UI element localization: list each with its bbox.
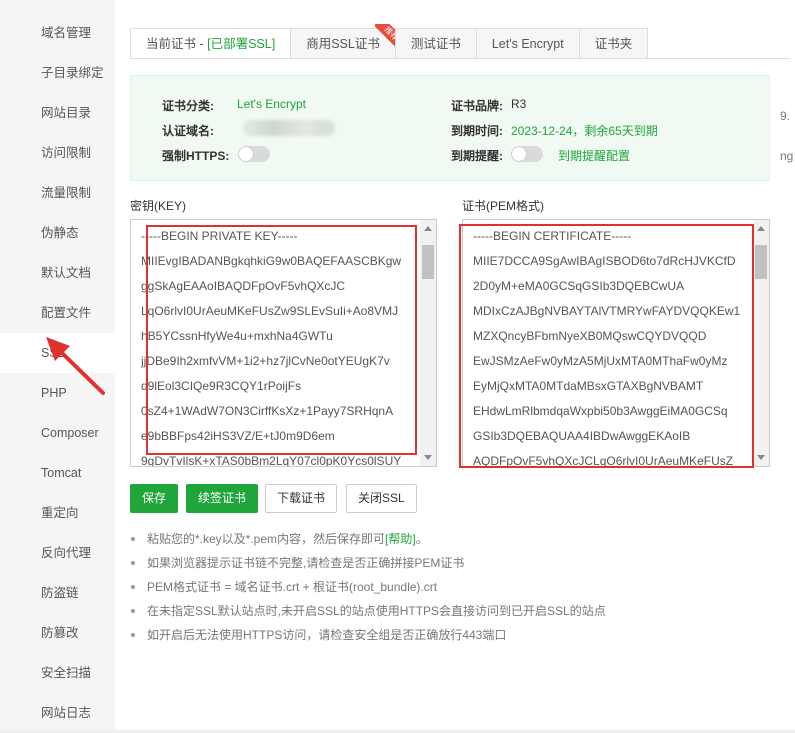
scroll-thumb[interactable] bbox=[755, 245, 767, 279]
background-edge-text: ng bbox=[780, 146, 795, 166]
tip-item: 如果浏览器提示证书链不完整,请检查是否正确拼接PEM证书 bbox=[130, 554, 770, 578]
force-https-label: 强制HTTPS: bbox=[162, 149, 230, 163]
pem-line: 0sZ4+1WAdW7ON3CirffKsXz+1Payy7SRHqnA bbox=[141, 404, 394, 418]
pem-line: 9gDvTvIlsK+xTAS0bBm2LqY07cl0pK0Ycs0lSUY bbox=[141, 454, 402, 467]
certificate-pem-scrollbar[interactable] bbox=[753, 220, 769, 466]
tab-lets-encrypt[interactable]: Let's Encrypt bbox=[475, 28, 579, 59]
cert-info-box: 证书分类: Let's Encrypt 证书品牌: R3 认证域名: 到期时间:… bbox=[130, 75, 770, 181]
ssl-deployed-status: [已部署SSL] bbox=[207, 37, 276, 51]
tab-lets-encrypt-label: Let's Encrypt bbox=[491, 37, 564, 51]
cert-domain-label: 认证域名: bbox=[162, 124, 214, 138]
sidebar-item[interactable]: 域名管理 bbox=[0, 13, 115, 53]
pem-line: MZXQncyBFbmNyeXB0MQswCQYDVQQD bbox=[473, 329, 707, 343]
pem-line: EyMjQxMTA0MTdaMBsxGTAXBgNVBAMT bbox=[473, 379, 704, 393]
tab-test-cert[interactable]: 测试证书 bbox=[394, 28, 476, 59]
background-edge-text: 9. bbox=[780, 106, 795, 126]
close-ssl-button[interactable]: 关闭SSL bbox=[346, 484, 417, 513]
scroll-down-arrow-icon[interactable] bbox=[757, 455, 765, 460]
sidebar-item[interactable]: Tomcat bbox=[0, 453, 115, 493]
cert-panel-title: 证书(PEM格式) bbox=[462, 199, 544, 213]
sidebar-item[interactable]: 配置文件 bbox=[0, 293, 115, 333]
tab-current-cert[interactable]: 当前证书 - [已部署SSL] bbox=[130, 28, 291, 59]
cert-expire-label: 到期时间: bbox=[451, 124, 503, 138]
sidebar-item[interactable]: 伪静态 bbox=[0, 213, 115, 253]
sidebar-item[interactable]: 防篡改 bbox=[0, 613, 115, 653]
pem-line: -----BEGIN PRIVATE KEY----- bbox=[141, 229, 298, 243]
scroll-thumb[interactable] bbox=[422, 245, 434, 279]
tip-text-suffix: 。 bbox=[415, 532, 428, 546]
certificate-pem-textarea[interactable]: -----BEGIN CERTIFICATE----- MIIE7DCCA9SgA… bbox=[462, 219, 770, 467]
tab-test-cert-label: 测试证书 bbox=[410, 37, 461, 51]
sidebar-item[interactable]: 网站目录 bbox=[0, 93, 115, 133]
download-cert-button[interactable]: 下载证书 bbox=[265, 484, 338, 513]
tab-current-cert-label: 当前证书 - bbox=[146, 37, 208, 51]
sidebar-item[interactable]: 默认文档 bbox=[0, 253, 115, 293]
tip-text: 粘贴您的*.key以及*.pem内容，然后保存即可 bbox=[147, 532, 386, 546]
cert-brand-label: 证书品牌: bbox=[451, 99, 503, 113]
pem-line: MIIE7DCCA9SgAwIBAgISBOD6to7dRcHJVKCfD bbox=[473, 254, 736, 268]
sidebar-item[interactable]: 流量限制 bbox=[0, 173, 115, 213]
cert-brand-value: R3 bbox=[511, 97, 527, 111]
sidebar-item[interactable]: PHP bbox=[0, 373, 115, 413]
sidebar-item[interactable]: 访问限制 bbox=[0, 133, 115, 173]
tab-underline bbox=[130, 58, 790, 59]
tip-item: PEM格式证书 = 域名证书.crt + 根证书(root_bundle).cr… bbox=[130, 578, 770, 602]
cert-expire-value: 2023-12-24，剩余65天到期 bbox=[511, 124, 658, 138]
ssl-settings-panel: 当前证书 - [已部署SSL] 商用SSL证书 推荐 测试证书 Let's En… bbox=[115, 0, 795, 730]
sidebar-item[interactable]: 防盗链 bbox=[0, 573, 115, 613]
tip-item: 粘贴您的*.key以及*.pem内容，然后保存即可[帮助]。 bbox=[130, 530, 770, 554]
pem-line: hB5YCssnHfyWe4u+mxhNa4GWTu bbox=[141, 329, 333, 343]
renew-cert-button[interactable]: 续签证书 bbox=[186, 484, 259, 513]
certificate-pem-content: -----BEGIN CERTIFICATE----- MIIE7DCCA9SgA… bbox=[473, 226, 751, 467]
expire-remind-config-link[interactable]: 到期提醒配置 bbox=[558, 147, 630, 164]
private-key-textarea[interactable]: -----BEGIN PRIVATE KEY----- MIIEvgIBADANB… bbox=[130, 219, 437, 467]
pem-line: LqO6rlvI0UrAeuMKeFUsZw9SLEvSuIi+Ao8VMJ bbox=[141, 304, 399, 318]
tab-cert-folder[interactable]: 证书夹 bbox=[578, 28, 649, 59]
cert-domain-redacted bbox=[243, 120, 335, 136]
pem-line: ggSkAgEAAoIBAQDFpOvF5vhQXcJC bbox=[141, 279, 346, 293]
sidebar-item[interactable]: 安全扫描 bbox=[0, 653, 115, 693]
pem-line: EHdwLmRlbmdqaWxpbi50b3AwggEiMA0GCSq bbox=[473, 404, 728, 418]
sidebar-item[interactable]: 子目录绑定 bbox=[0, 53, 115, 93]
sidebar-item[interactable]: Composer bbox=[0, 413, 115, 453]
tab-cert-folder-label: 证书夹 bbox=[594, 37, 633, 51]
tab-commercial-ssl[interactable]: 商用SSL证书 推荐 bbox=[290, 24, 401, 59]
pem-line: AQDFpOvF5vhQXcJCLqO6rlvI0UrAeuMKeFUsZ bbox=[473, 454, 734, 467]
sidebar-item[interactable]: 反向代理 bbox=[0, 533, 115, 573]
pem-line: e9bBBFps42iHS3VZ/E+tJ0m9D6em bbox=[141, 429, 335, 443]
expire-remind-toggle[interactable] bbox=[511, 146, 543, 162]
pem-line: EwJSMzAeFw0yMzA5MjUxMTA0MThaFw0yMz bbox=[473, 354, 728, 368]
save-button[interactable]: 保存 bbox=[130, 484, 179, 513]
private-key-content: -----BEGIN PRIVATE KEY----- MIIEvgIBADANB… bbox=[141, 226, 418, 467]
pem-line: jjDBe9Ih2xmfvVM+1i2+hz7jlCvNe0otYEUgK7v bbox=[141, 354, 390, 368]
key-panel-title: 密钥(KEY) bbox=[130, 199, 187, 213]
pem-line: d9lEol3CIQe9R3CQY1rPoijFs bbox=[141, 379, 302, 393]
scroll-down-arrow-icon[interactable] bbox=[424, 455, 432, 460]
tips-list: 粘贴您的*.key以及*.pem内容，然后保存即可[帮助]。 如果浏览器提示证书… bbox=[130, 530, 770, 650]
help-link[interactable]: [帮助] bbox=[385, 532, 416, 546]
pem-line: MIIEvgIBADANBgkqhkiG9w0BAQEFAASCBKgw bbox=[141, 254, 402, 268]
sidebar-item[interactable]: 重定向 bbox=[0, 493, 115, 533]
force-https-toggle[interactable] bbox=[238, 146, 270, 162]
private-key-scrollbar[interactable] bbox=[420, 220, 436, 466]
tip-item: 在未指定SSL默认站点时,未开启SSL的站点使用HTTPS会直接访问到已开启SS… bbox=[130, 602, 770, 626]
pem-line: -----BEGIN CERTIFICATE----- bbox=[473, 229, 632, 243]
sidebar-item[interactable]: SSL bbox=[0, 333, 115, 373]
settings-sidebar: 域名管理 子目录绑定 网站目录 访问限制 流量限制 伪静态 默认文档 配置文件 SSL PHP Co… bbox=[0, 0, 115, 730]
pem-line: 2D0yM+eMA0GCSqGSIb3DQEBCwUA bbox=[473, 279, 685, 293]
scroll-up-arrow-icon[interactable] bbox=[424, 226, 432, 231]
cert-category-value: Let's Encrypt bbox=[237, 97, 306, 111]
sidebar-item[interactable]: 网站日志 bbox=[0, 693, 115, 733]
tip-item: 如开启后无法使用HTTPS访问，请检查安全组是否正确放行443端口 bbox=[130, 626, 770, 650]
pem-line: MDIxCzAJBgNVBAYTAlVTMRYwFAYDVQQKEw1 bbox=[473, 304, 741, 318]
pem-line: GSIb3DQEBAQUAA4IBDwAwggEKAoIB bbox=[473, 429, 691, 443]
tab-commercial-ssl-label: 商用SSL证书 bbox=[306, 37, 380, 51]
scroll-up-arrow-icon[interactable] bbox=[757, 226, 765, 231]
ssl-tabs: 当前证书 - [已部署SSL] 商用SSL证书 推荐 测试证书 Let's En… bbox=[130, 24, 649, 59]
expire-remind-label: 到期提醒: bbox=[451, 149, 503, 163]
cert-category-label: 证书分类: bbox=[162, 99, 214, 113]
